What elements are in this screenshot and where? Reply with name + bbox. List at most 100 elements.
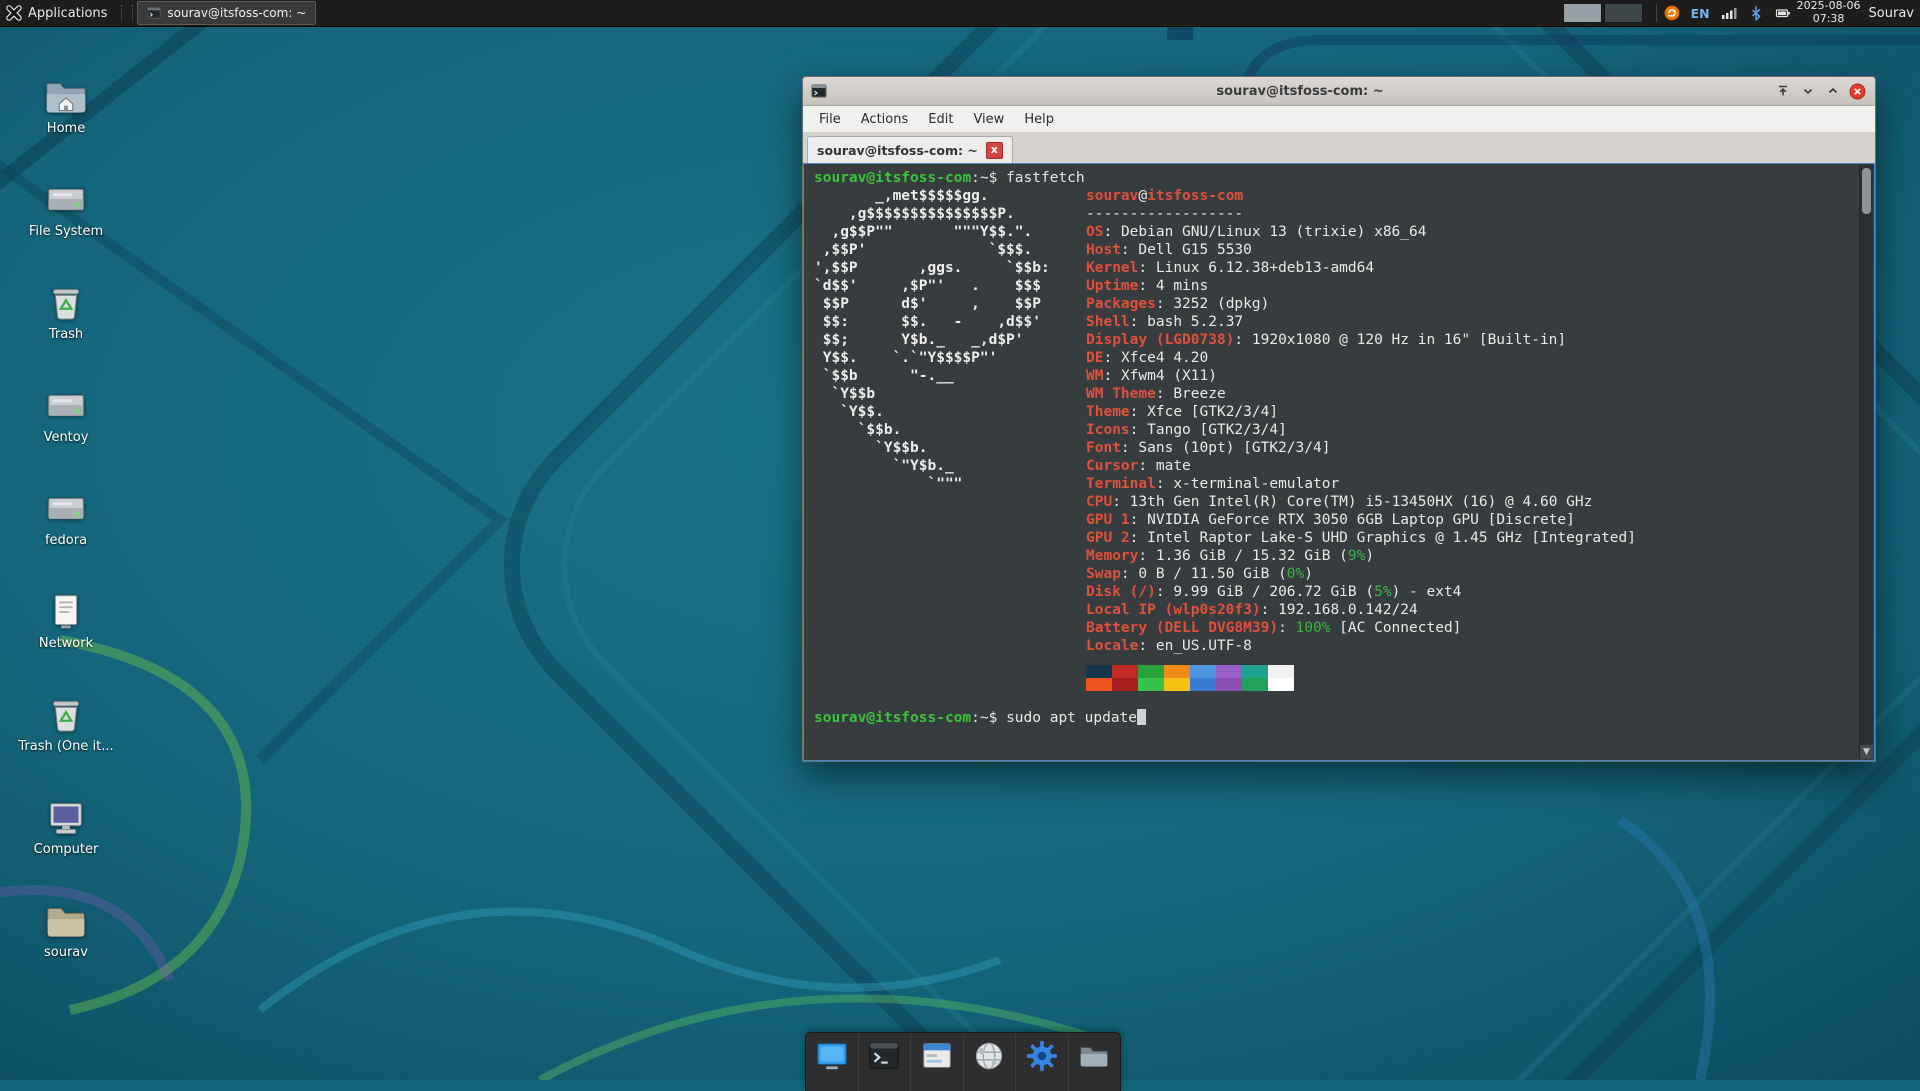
trash-icon <box>42 692 90 738</box>
battery-icon[interactable] <box>1775 5 1791 21</box>
desktop-icon-trash-one-it[interactable]: Trash (One it... <box>14 692 118 755</box>
desktop-icon-fedora[interactable]: fedora <box>14 486 118 549</box>
menu-help[interactable]: Help <box>1014 109 1064 130</box>
menu-file[interactable]: File <box>809 109 851 130</box>
dock-show-desktop-button[interactable] <box>806 1033 859 1091</box>
system-tray: EN <box>1664 5 1791 21</box>
close-button[interactable] <box>1848 82 1867 101</box>
fastfetch-label: Icons <box>1086 422 1130 438</box>
network-signal-icon[interactable] <box>1721 5 1737 21</box>
workspace-2[interactable] <box>1604 3 1643 23</box>
desktop-icon-label: Network <box>14 637 118 652</box>
dock-file-manager-button[interactable] <box>1069 1033 1121 1091</box>
fastfetch-label: Local IP (wlp0s20f3) <box>1086 602 1261 618</box>
fastfetch-label: Host <box>1086 242 1121 258</box>
fastfetch-label: Disk (/) <box>1086 584 1156 600</box>
fastfetch-label: Locale <box>1086 638 1138 654</box>
keyboard-layout-indicator[interactable]: EN <box>1691 6 1710 21</box>
palette-swatch <box>1112 665 1138 678</box>
taskbar-window-label: sourav@itsfoss-com: ~ <box>167 6 306 20</box>
fastfetch-title-at: @ <box>1138 188 1147 204</box>
terminal-content[interactable]: sourav@itsfoss-com:~$ fastfetch _,met$$$… <box>803 163 1875 761</box>
desktop-icon-sourav[interactable]: sourav <box>14 898 118 961</box>
drive-icon <box>42 383 90 429</box>
desktop-icon-label: Ventoy <box>14 431 118 446</box>
desktop-icon-label: File System <box>14 225 118 240</box>
fastfetch-line: Kernel: Linux 6.12.38+deb13-amd64 <box>1086 259 1860 277</box>
desktop-icon-network[interactable]: Network <box>14 589 118 652</box>
window-terminal-icon <box>811 83 827 99</box>
palette-swatch <box>1268 665 1294 678</box>
window-titlebar[interactable]: sourav@itsfoss-com: ~ <box>803 77 1875 106</box>
desktop-icon-home[interactable]: Home <box>14 74 118 137</box>
fastfetch-label: CPU <box>1086 494 1112 510</box>
tab-bar: sourav@itsfoss-com: ~ x <box>803 133 1875 163</box>
palette-swatch <box>1190 665 1216 678</box>
prompt-user-host: sourav@itsfoss-com <box>814 710 971 726</box>
desktop-icon-computer[interactable]: Computer <box>14 795 118 858</box>
terminal-tab[interactable]: sourav@itsfoss-com: ~ x <box>807 136 1013 163</box>
palette-swatch <box>1190 678 1216 691</box>
terminal-cursor <box>1137 709 1146 725</box>
tab-close-button[interactable]: x <box>986 142 1003 159</box>
fastfetch-label: WM Theme <box>1086 386 1156 402</box>
fastfetch-line: Font: Sans (10pt) [GTK2/3/4] <box>1086 439 1860 457</box>
applications-menu-button[interactable]: Applications <box>0 0 117 26</box>
desktop-icon-ventoy[interactable]: Ventoy <box>14 383 118 446</box>
bluetooth-icon[interactable] <box>1748 5 1764 21</box>
command-fastfetch: fastfetch <box>1006 170 1085 186</box>
desktop-icon-label: fedora <box>14 534 118 549</box>
close-icon <box>1849 83 1866 100</box>
scrollbar-down-arrow[interactable]: ▼ <box>1860 745 1873 759</box>
desktop-icon-label: Trash <box>14 328 118 343</box>
panel-clock[interactable]: 2025-08-06 07:38 <box>1797 0 1861 26</box>
dock-terminal-button[interactable] <box>859 1033 912 1091</box>
fastfetch-label: Font <box>1086 440 1121 456</box>
applications-menu-label: Applications <box>28 6 107 21</box>
scrollbar-thumb[interactable] <box>1862 168 1871 214</box>
applications-menu-icon <box>6 5 22 21</box>
fastfetch-line: Host: Dell G15 5530 <box>1086 241 1860 259</box>
fastfetch-label: Packages <box>1086 296 1156 312</box>
menu-actions[interactable]: Actions <box>851 109 919 130</box>
fastfetch-line: Terminal: x-terminal-emulator <box>1086 475 1860 493</box>
desktop-icon-trash[interactable]: Trash <box>14 280 118 343</box>
trash-icon <box>42 280 90 326</box>
rollup-icon <box>1776 84 1790 98</box>
command-apt-update: sudo apt update <box>1006 710 1137 726</box>
dock-browser-button[interactable] <box>964 1033 1017 1091</box>
dock-settings-button[interactable] <box>1016 1033 1069 1091</box>
menu-edit[interactable]: Edit <box>918 109 963 130</box>
fastfetch-line: OS: Debian GNU/Linux 13 (trixie) x86_64 <box>1086 223 1860 241</box>
fastfetch-art: _,met$$$$$gg. ,g$$$$$$$$$$$$$$$P. ,g$$P"… <box>814 187 1086 691</box>
panel-user-menu[interactable]: Sourav <box>1869 6 1914 21</box>
tab-title: sourav@itsfoss-com: ~ <box>817 143 978 158</box>
taskbar-window-button[interactable]: sourav@itsfoss-com: ~ <box>137 1 316 25</box>
network-icon <box>42 589 90 635</box>
fastfetch-line: CPU: 13th Gen Intel(R) Core(TM) i5-13450… <box>1086 493 1860 511</box>
updates-icon[interactable] <box>1664 5 1680 21</box>
scrollbar[interactable]: ▼ <box>1859 165 1873 759</box>
desktop-icon-file-system[interactable]: File System <box>14 177 118 240</box>
drive-icon <box>42 177 90 223</box>
terminal-command-line-2: sourav@itsfoss-com:~$ sudo apt update <box>814 709 1860 727</box>
fastfetch-info: sourav@itsfoss-com------------------OS: … <box>1086 187 1860 691</box>
maximize-button[interactable] <box>1823 82 1842 101</box>
fastfetch-line: Uptime: 4 mins <box>1086 277 1860 295</box>
folder-icon <box>42 898 90 944</box>
maximize-icon <box>1826 84 1840 98</box>
fastfetch-line: GPU 2: Intel Raptor Lake-S UHD Graphics … <box>1086 529 1860 547</box>
fastfetch-line: Local IP (wlp0s20f3): 192.168.0.142/24 <box>1086 601 1860 619</box>
dock-window-button[interactable] <box>911 1033 964 1091</box>
terminal-color-palette <box>1086 665 1860 691</box>
file-manager-icon <box>1077 1047 1111 1077</box>
fastfetch-separator: ------------------ <box>1086 205 1860 223</box>
menu-view[interactable]: View <box>963 109 1014 130</box>
prompt-tail: :~$ <box>971 710 1006 726</box>
workspace-switcher[interactable] <box>1563 3 1643 23</box>
fastfetch-line: Disk (/): 9.99 GiB / 206.72 GiB (5%) - e… <box>1086 583 1860 601</box>
rollup-button[interactable] <box>1773 82 1792 101</box>
workspace-1[interactable] <box>1563 3 1602 23</box>
minimize-button[interactable] <box>1798 82 1817 101</box>
tasklist-grip[interactable] <box>121 5 133 21</box>
